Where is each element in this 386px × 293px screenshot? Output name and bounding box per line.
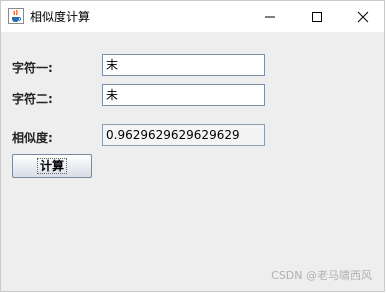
csdn-watermark: CSDN @老马啸西风 bbox=[271, 269, 372, 282]
string2-label: 字符二: bbox=[12, 92, 53, 106]
title-bar[interactable]: 相似度计算 bbox=[1, 1, 384, 32]
close-icon bbox=[357, 11, 369, 22]
string1-input[interactable]: 末 bbox=[102, 54, 265, 76]
string1-label: 字符一: bbox=[12, 61, 53, 75]
similarity-label: 相似度: bbox=[12, 131, 53, 145]
calculate-button-label: 计算 bbox=[36, 158, 67, 174]
java-cup-icon bbox=[8, 8, 24, 24]
content-panel: 字符一: 末 字符二: 未 相似度: 0.9629629629629629 计算… bbox=[1, 32, 384, 291]
calculate-button[interactable]: 计算 bbox=[12, 154, 92, 178]
close-button[interactable] bbox=[340, 1, 386, 32]
maximize-button[interactable] bbox=[294, 1, 340, 32]
app-window: 相似度计算 字符一: 末 字符二: 未 相似度: 0.9629629629629… bbox=[0, 0, 385, 292]
minimize-icon bbox=[265, 16, 275, 17]
window-title: 相似度计算 bbox=[30, 10, 91, 24]
similarity-result-field[interactable]: 0.9629629629629629 bbox=[102, 124, 265, 146]
maximize-icon bbox=[312, 11, 322, 22]
string2-input[interactable]: 未 bbox=[102, 84, 265, 106]
minimize-button[interactable] bbox=[247, 1, 293, 32]
